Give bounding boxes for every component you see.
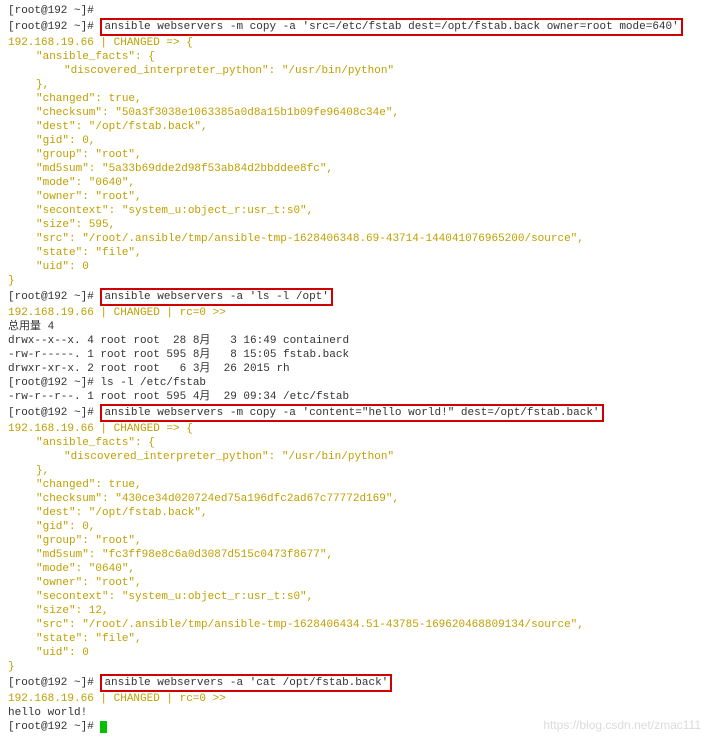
highlight-box-1: ansible webservers -m copy -a 'src=/etc/… bbox=[100, 18, 682, 36]
r1-gid: "gid": 0, bbox=[8, 134, 701, 148]
interpreter: "discovered_interpreter_python": "/usr/b… bbox=[8, 64, 701, 78]
ansible-facts-open: "ansible_facts": { bbox=[8, 50, 701, 64]
r2-group: "group": "root", bbox=[8, 534, 701, 548]
r2-secontext: "secontext": "system_u:object_r:usr_t:s0… bbox=[8, 590, 701, 604]
cmd-line-5: [root@192 ~]# ansible webservers -a 'cat… bbox=[8, 674, 701, 692]
host-result-3: 192.168.19.66 | CHANGED => { bbox=[8, 422, 701, 436]
host-result-4: 192.168.19.66 | CHANGED | rc=0 >> bbox=[8, 692, 701, 706]
r1-group: "group": "root", bbox=[8, 148, 701, 162]
r1-src: "src": "/root/.ansible/tmp/ansible-tmp-1… bbox=[8, 232, 701, 246]
prompt-line-0: [root@192 ~]# bbox=[8, 4, 701, 18]
r1-owner: "owner": "root", bbox=[8, 190, 701, 204]
ls-total: 总用量 4 bbox=[8, 320, 701, 334]
facts-close: }, bbox=[8, 78, 701, 92]
r2-gid: "gid": 0, bbox=[8, 520, 701, 534]
close-1: } bbox=[8, 274, 701, 288]
changed-true-1: "changed": true, bbox=[8, 92, 701, 106]
facts-close-2: }, bbox=[8, 464, 701, 478]
r2-md5sum: "md5sum": "fc3ff98e8c6a0d3087d515c0473f8… bbox=[8, 548, 701, 562]
highlight-box-3: ansible webservers -m copy -a 'content="… bbox=[100, 404, 603, 422]
cmd-line-1: [root@192 ~]# ansible webservers -m copy… bbox=[8, 18, 701, 36]
ls-fstab: -rw-r--r--. 1 root root 595 4月 29 09:34 … bbox=[8, 390, 701, 404]
cmd-line-2: [root@192 ~]# ansible webservers -a 'ls … bbox=[8, 288, 701, 306]
watermark-text: https://blog.csdn.net/zmac111 bbox=[543, 718, 701, 732]
host-result-1: 192.168.19.66 | CHANGED => { bbox=[8, 36, 701, 50]
r1-size: "size": 595, bbox=[8, 218, 701, 232]
ansible-facts-open-2: "ansible_facts": { bbox=[8, 436, 701, 450]
prompt-4: [root@192 ~]# bbox=[8, 407, 94, 419]
ls-row-3: drwxr-xr-x. 2 root root 6 3月 26 2015 rh bbox=[8, 362, 701, 376]
r1-uid: "uid": 0 bbox=[8, 260, 701, 274]
r2-checksum: "checksum": "430ce34d020724ed75a196dfc2a… bbox=[8, 492, 701, 506]
prompt-5: [root@192 ~]# bbox=[8, 677, 94, 689]
ls-row-1: drwx--x--x. 4 root root 28 8月 3 16:49 co… bbox=[8, 334, 701, 348]
r2-size: "size": 12, bbox=[8, 604, 701, 618]
r2-uid: "uid": 0 bbox=[8, 646, 701, 660]
r1-state: "state": "file", bbox=[8, 246, 701, 260]
interpreter-2: "discovered_interpreter_python": "/usr/b… bbox=[8, 450, 701, 464]
close-2: } bbox=[8, 660, 701, 674]
r2-state: "state": "file", bbox=[8, 632, 701, 646]
host-result-2: 192.168.19.66 | CHANGED | rc=0 >> bbox=[8, 306, 701, 320]
ls-row-2: -rw-r-----. 1 root root 595 8月 8 15:05 f… bbox=[8, 348, 701, 362]
cursor-icon bbox=[100, 721, 107, 733]
highlight-box-4: ansible webservers -a 'cat /opt/fstab.ba… bbox=[100, 674, 392, 692]
r2-dest: "dest": "/opt/fstab.back", bbox=[8, 506, 701, 520]
prompt-final: [root@192 ~]# bbox=[8, 721, 94, 733]
r1-checksum: "checksum": "50a3f3038e1063385a0d8a15b1b… bbox=[8, 106, 701, 120]
highlight-box-2: ansible webservers -a 'ls -l /opt' bbox=[100, 288, 332, 306]
changed-true-2: "changed": true, bbox=[8, 478, 701, 492]
cmd-line-4: [root@192 ~]# ansible webservers -m copy… bbox=[8, 404, 701, 422]
prompt-2: [root@192 ~]# bbox=[8, 291, 94, 303]
r1-dest: "dest": "/opt/fstab.back", bbox=[8, 120, 701, 134]
cmd-line-3: [root@192 ~]# ls -l /etc/fstab bbox=[8, 376, 701, 390]
r1-md5sum: "md5sum": "5a33b69dde2d98f53ab84d2bbddee… bbox=[8, 162, 701, 176]
r1-secontext: "secontext": "system_u:object_r:usr_t:s0… bbox=[8, 204, 701, 218]
r1-mode: "mode": "0640", bbox=[8, 176, 701, 190]
r2-owner: "owner": "root", bbox=[8, 576, 701, 590]
r2-src: "src": "/root/.ansible/tmp/ansible-tmp-1… bbox=[8, 618, 701, 632]
prompt-1: [root@192 ~]# bbox=[8, 21, 94, 33]
